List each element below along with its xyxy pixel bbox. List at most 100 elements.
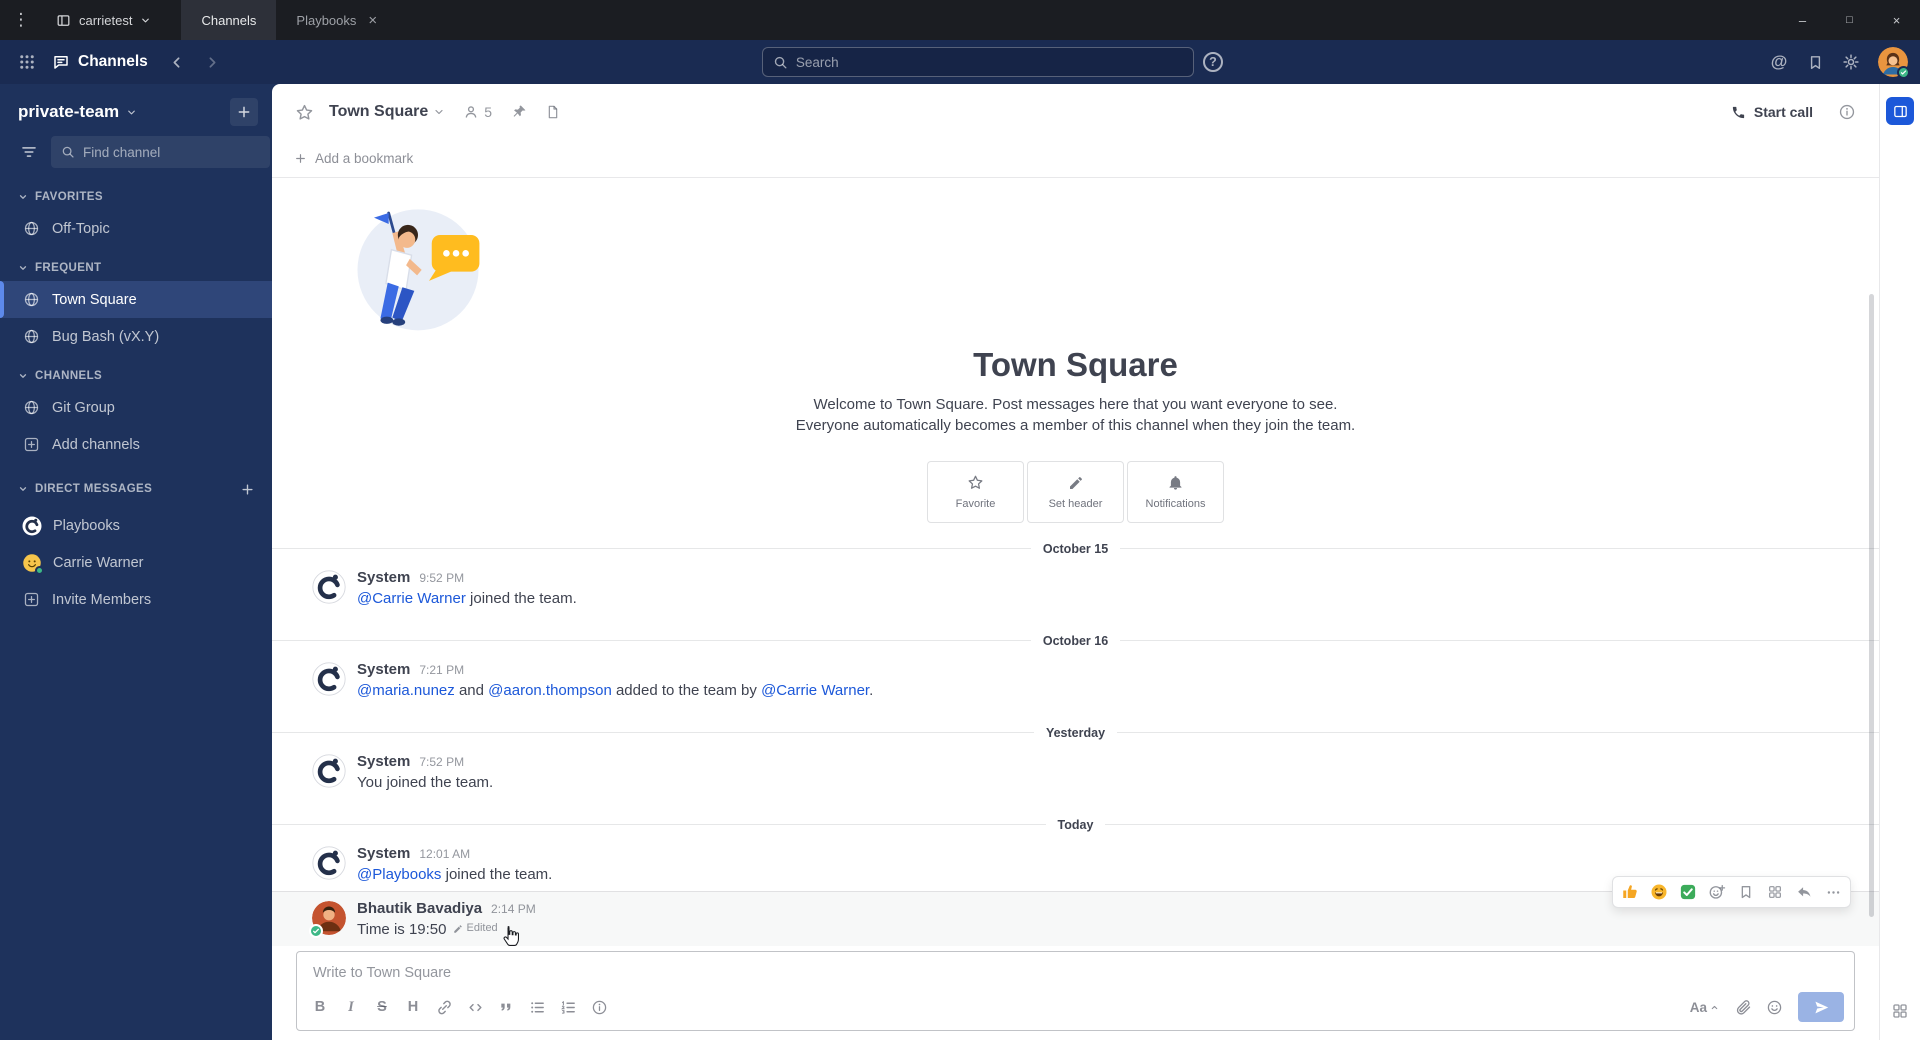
heading-button[interactable]: H: [398, 993, 428, 1021]
date-divider: October 16: [272, 628, 1879, 652]
sidebar-item-carrie-warner[interactable]: Carrie Warner: [0, 544, 272, 581]
maximize-button[interactable]: □: [1826, 0, 1873, 40]
section-direct-messages[interactable]: DIRECT MESSAGES: [0, 463, 272, 507]
saved-messages-icon[interactable]: [1798, 46, 1832, 78]
filter-icon[interactable]: [20, 143, 38, 161]
tab-playbooks[interactable]: Playbooks ×: [276, 0, 397, 40]
italic-glyph: I: [348, 998, 354, 1015]
app-menu-icon[interactable]: ⋮: [0, 0, 42, 40]
message-row[interactable]: System 7:21 PM @maria.nunez and @aaron.th…: [272, 653, 1879, 707]
message-row[interactable]: System 9:52 PM @Carrie Warner joined the …: [272, 561, 1879, 615]
search-icon: [61, 145, 75, 159]
message-author[interactable]: Bhautik Bavadiya: [357, 900, 482, 917]
plus-box-icon: [22, 590, 41, 609]
link-icon[interactable]: [429, 993, 459, 1021]
recent-mentions-icon[interactable]: @: [1762, 46, 1796, 78]
mention-link[interactable]: @Carrie Warner: [357, 590, 466, 607]
product-name: Channels: [78, 53, 148, 70]
start-call-button[interactable]: Start call: [1721, 98, 1823, 126]
add-bookmark-button[interactable]: Add a bookmark: [272, 140, 1879, 178]
settings-gear-icon[interactable]: [1834, 46, 1868, 78]
intro-notifications-button[interactable]: Notifications: [1127, 461, 1224, 523]
message-actions-grid-icon[interactable]: [1761, 879, 1789, 905]
reply-icon[interactable]: [1790, 879, 1818, 905]
find-channel-box[interactable]: [51, 136, 270, 168]
attach-file-icon[interactable]: [1728, 993, 1758, 1021]
add-direct-message-icon[interactable]: [236, 478, 258, 500]
search-box[interactable]: [761, 47, 1194, 77]
message-author[interactable]: System: [357, 661, 410, 678]
intro-favorite-button[interactable]: Favorite: [927, 461, 1024, 523]
product-switcher-icon[interactable]: [10, 46, 44, 78]
add-channel-button[interactable]: [230, 98, 258, 126]
sidebar-item-town-square[interactable]: Town Square: [0, 281, 272, 318]
playbooks-bot-avatar: [22, 516, 42, 536]
close-window-button[interactable]: ×: [1873, 0, 1920, 40]
sidebar-item-bug-bash[interactable]: Bug Bash (vX.Y): [0, 318, 272, 355]
tab-channels[interactable]: Channels: [181, 0, 277, 40]
message-input[interactable]: [297, 952, 1854, 984]
bold-glyph: B: [314, 999, 326, 1015]
format-toggle-button[interactable]: Aa: [1682, 993, 1727, 1021]
message-author[interactable]: System: [357, 569, 410, 586]
mention-link[interactable]: @Carrie Warner: [761, 682, 869, 699]
more-actions-icon[interactable]: [1819, 879, 1847, 905]
code-icon[interactable]: [460, 993, 490, 1021]
reaction-thumbsup-button[interactable]: [1616, 879, 1644, 905]
reaction-smile-button[interactable]: [1645, 879, 1673, 905]
channel-members-button[interactable]: 5: [454, 104, 501, 120]
bhautik-avatar[interactable]: [309, 901, 346, 938]
sidebar-item-playbooks-dm[interactable]: Playbooks: [0, 507, 272, 544]
message-row[interactable]: System 7:52 PM You joined the team.: [272, 745, 1879, 799]
formatting-help-icon[interactable]: [584, 993, 614, 1021]
close-tab-icon[interactable]: ×: [368, 13, 377, 28]
scrollbar[interactable]: [1869, 293, 1874, 918]
message-author[interactable]: System: [357, 753, 410, 770]
add-reaction-icon[interactable]: [1703, 879, 1731, 905]
bullet-list-icon[interactable]: [522, 993, 552, 1021]
section-channels[interactable]: CHANNELS: [0, 355, 272, 389]
help-icon[interactable]: ?: [1196, 46, 1230, 78]
apps-grid-icon[interactable]: [1886, 997, 1914, 1025]
intro-set-header-button[interactable]: Set header: [1027, 461, 1124, 523]
active-rhs-app-icon[interactable]: [1886, 97, 1914, 125]
history-back-icon[interactable]: [160, 46, 194, 78]
channel-name-menu[interactable]: Town Square: [322, 103, 452, 121]
message-author[interactable]: System: [357, 845, 410, 862]
system-avatar: [312, 570, 346, 604]
user-avatar[interactable]: [1878, 47, 1911, 79]
numbered-list-icon[interactable]: [553, 993, 583, 1021]
section-favorites[interactable]: FAVORITES: [0, 176, 272, 210]
save-message-icon[interactable]: [1732, 879, 1760, 905]
pinned-posts-icon[interactable]: [503, 96, 535, 128]
search-input[interactable]: [795, 54, 1183, 70]
message-body: System 7:52 PM You joined the team.: [357, 753, 493, 793]
favorite-star-icon[interactable]: [288, 96, 320, 128]
sidebar-item-off-topic[interactable]: Off-Topic: [0, 210, 272, 247]
send-message-button[interactable]: [1798, 992, 1844, 1022]
team-menu[interactable]: private-team: [0, 96, 272, 136]
sidebar-item-git-group[interactable]: Git Group: [0, 389, 272, 426]
mention-link[interactable]: @Playbooks: [357, 866, 441, 883]
reaction-check-button[interactable]: [1674, 879, 1702, 905]
channel-files-icon[interactable]: [537, 96, 569, 128]
mention-link[interactable]: @maria.nunez: [357, 682, 455, 699]
quote-icon[interactable]: [491, 993, 521, 1021]
italic-button[interactable]: I: [336, 993, 366, 1021]
server-switcher[interactable]: carrietest: [42, 0, 165, 40]
channel-info-icon[interactable]: [1831, 96, 1863, 128]
system-avatar: [312, 754, 346, 788]
bold-button[interactable]: B: [305, 993, 335, 1021]
message-row-hovered[interactable]: Bhautik Bavadiya 2:14 PM Time is 19:50 Edi…: [272, 876, 1879, 947]
mention-link[interactable]: @aaron.thompson: [488, 682, 612, 699]
section-frequent[interactable]: FREQUENT: [0, 247, 272, 281]
emoji-picker-icon[interactable]: [1759, 993, 1789, 1021]
minimize-button[interactable]: –: [1779, 0, 1826, 40]
sidebar-item-add-channels[interactable]: Add channels: [0, 426, 272, 463]
strikethrough-button[interactable]: S: [367, 993, 397, 1021]
dm-name: Playbooks: [53, 517, 120, 534]
find-channel-input[interactable]: [83, 144, 260, 160]
message-hover-toolbar: [1612, 876, 1851, 908]
history-forward-icon[interactable]: [196, 46, 230, 78]
sidebar-item-invite-members[interactable]: Invite Members: [0, 581, 272, 618]
